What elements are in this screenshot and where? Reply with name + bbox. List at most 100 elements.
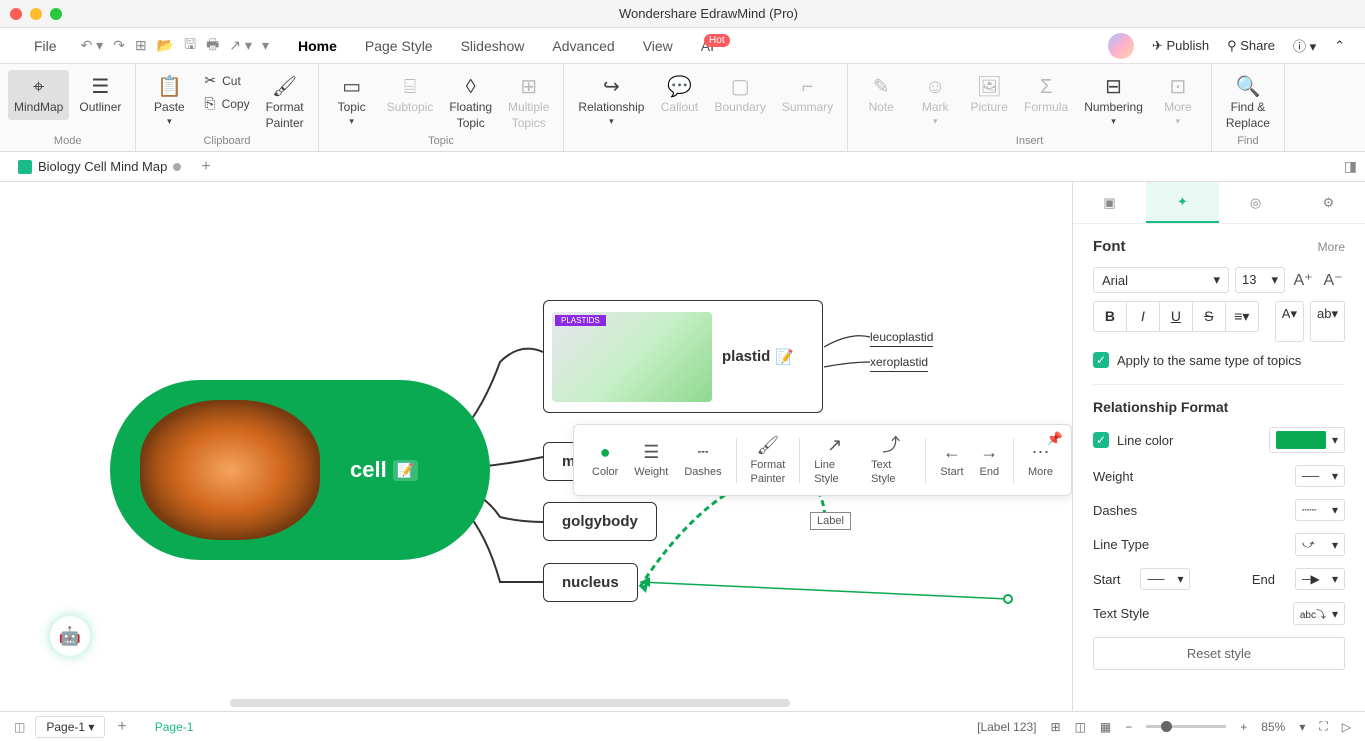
relationship-label[interactable]: Label [810,512,851,530]
tab-advanced[interactable]: Advanced [538,34,628,58]
ai-fab-button[interactable]: 🤖 [50,616,90,656]
topic-plastid[interactable]: PLASTIDS plastid 📝 [543,300,823,413]
more-insert-button[interactable]: ⊡More▾ [1153,70,1203,131]
copy-button[interactable]: ⎘Copy [198,93,255,114]
font-more-link[interactable]: More [1318,240,1345,254]
text-style-select[interactable]: abc⤵▾ [1293,602,1345,625]
maximize-window-button[interactable] [50,8,62,20]
bold-button[interactable]: B [1094,302,1127,331]
horizontal-scrollbar[interactable] [230,699,790,707]
cell-note-icon[interactable]: 📝 [393,460,418,481]
line-color-checkbox[interactable]: ✓ [1093,432,1109,448]
font-family-select[interactable]: Arial▾ [1093,267,1229,293]
numbering-button[interactable]: ⊟Numbering▾ [1078,70,1149,131]
canvas[interactable]: cell 📝 PLASTIDS plastid 📝 leucoplastid x… [0,182,1072,711]
cut-button[interactable]: ✂Cut [198,70,255,91]
increase-font-button[interactable]: A⁺ [1291,270,1315,290]
zoom-slider[interactable] [1146,725,1226,728]
subtopic-button[interactable]: ⌸Subtopic [381,70,440,120]
topic-golgybody[interactable]: golgybody [543,502,657,541]
sidebar-tab-pin[interactable]: ◎ [1219,182,1292,223]
ft-color-button[interactable]: ●Color [584,437,626,483]
minimize-window-button[interactable] [30,8,42,20]
sidebar-tab-topic[interactable]: ▣ [1073,182,1146,223]
floating-topic-button[interactable]: ◊Floating Topic [443,70,498,135]
mark-button[interactable]: ☺Mark▾ [910,70,960,131]
fullscreen-icon[interactable]: ⛶ [1319,719,1327,734]
redo-icon[interactable]: ↷ [113,37,125,54]
center-topic-cell[interactable]: cell 📝 [110,380,490,560]
sidebar-tab-settings[interactable]: ⚙ [1292,182,1365,223]
pin-icon[interactable]: 📌 [1047,431,1063,447]
zoom-in-button[interactable]: + [1240,720,1247,734]
topic-nucleus[interactable]: nucleus [543,563,638,602]
new-icon[interactable]: ⊞ [135,37,147,54]
print-icon[interactable]: 🖶 [206,34,219,58]
underline-button[interactable]: U [1160,302,1193,331]
undo-icon[interactable]: ↶ ▾ [81,37,104,54]
add-page-button[interactable]: + [117,718,126,736]
decrease-font-button[interactable]: A⁻ [1321,270,1345,290]
publish-button[interactable]: ✈ Publish [1152,38,1209,54]
outliner-mode-button[interactable]: ☰Outliner [73,70,127,120]
reset-style-button[interactable]: Reset style [1093,637,1345,670]
line-type-select[interactable]: ⤻▾ [1295,533,1345,556]
mindmap-mode-button[interactable]: ⌖MindMap [8,70,69,120]
page-tab[interactable]: Page-1 [139,720,210,734]
relationship-button[interactable]: ↪Relationship▾ [572,70,650,131]
plastid-note-icon[interactable]: 📝 [775,348,794,366]
presentation-icon[interactable]: ▷ [1342,720,1351,734]
paste-button[interactable]: 📋Paste▾ [144,70,194,131]
start-arrow-select[interactable]: ──▾ [1140,568,1190,590]
align-button[interactable]: ≡▾ [1226,302,1258,331]
ft-textstyle-button[interactable]: ⤴Text Style [863,430,919,491]
dashes-select[interactable]: ┄┄▾ [1295,499,1345,521]
user-avatar[interactable] [1108,33,1134,59]
xeroplastid-label[interactable]: xeroplastid [870,355,928,372]
export-icon[interactable]: ↗ ▾ [229,37,252,54]
pages-icon[interactable]: ◫ [14,720,25,734]
view-mode-icon[interactable]: ▦ [1100,720,1111,734]
zoom-thumb[interactable] [1161,721,1172,732]
fit-width-icon[interactable]: ⊞ [1051,720,1061,734]
apply-same-checkbox-row[interactable]: ✓ Apply to the same type of topics [1093,352,1345,368]
tab-slideshow[interactable]: Slideshow [447,34,539,58]
summary-button[interactable]: ⌐Summary [776,70,839,120]
find-replace-button[interactable]: 🔍Find & Replace [1220,70,1276,135]
font-color-button[interactable]: A▾ [1275,301,1304,342]
save-icon[interactable]: 🖫 [184,34,196,58]
sidebar-tab-style[interactable]: ✦ [1146,182,1219,223]
note-button[interactable]: ✎Note [856,70,906,120]
collapse-ribbon-icon[interactable]: ⌃ [1334,38,1345,54]
open-icon[interactable]: 📂 [157,37,174,54]
weight-select[interactable]: ──▾ [1295,465,1345,487]
picture-button[interactable]: 🖼Picture [964,70,1014,120]
zoom-out-button[interactable]: − [1125,720,1132,734]
ft-linestyle-button[interactable]: ↗Line Style [806,430,863,491]
file-menu[interactable]: File [20,34,71,58]
zoom-dropdown[interactable]: ▾ [1299,720,1305,734]
boundary-button[interactable]: ▢Boundary [708,70,771,120]
font-size-select[interactable]: 13▾ [1235,267,1285,293]
tab-home[interactable]: Home [284,34,351,58]
new-tab-button[interactable]: + [201,158,210,176]
ft-start-button[interactable]: ←Start [932,437,971,483]
format-painter-button[interactable]: 🖌Format Painter [260,70,310,135]
ft-weight-button[interactable]: ☰Weight [626,437,676,483]
page-selector[interactable]: Page-1 ▾ [35,716,105,738]
topic-button[interactable]: ▭Topic▾ [327,70,377,131]
ft-end-button[interactable]: →End [972,437,1008,483]
end-arrow-select[interactable]: ─▶▾ [1295,568,1345,590]
text-effect-button[interactable]: ab▾ [1310,301,1345,342]
strike-button[interactable]: S [1193,302,1226,331]
line-color-picker[interactable]: ▾ [1269,427,1345,453]
fit-page-icon[interactable]: ◫ [1075,720,1086,734]
document-tab[interactable]: Biology Cell Mind Map [8,155,191,178]
share-button[interactable]: ⚲ Share [1227,38,1275,54]
tab-ai[interactable]: AIHot [687,34,754,58]
multiple-topics-button[interactable]: ⊞Multiple Topics [502,70,555,135]
help-icon[interactable]: ⓘ ▾ [1293,36,1316,55]
close-window-button[interactable] [10,8,22,20]
tab-page-style[interactable]: Page Style [351,34,447,58]
tab-view[interactable]: View [629,34,687,58]
